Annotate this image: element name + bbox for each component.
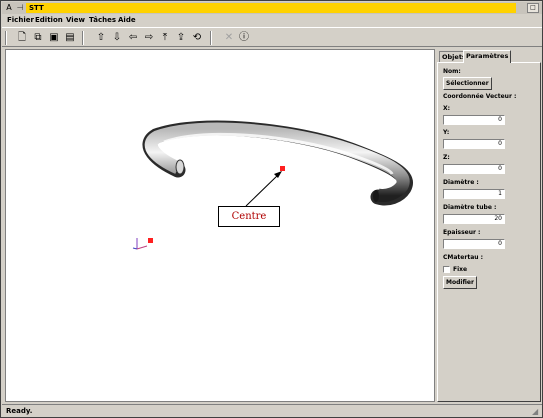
epaisseur-field[interactable]: 0 xyxy=(443,239,505,249)
tube-end-left xyxy=(175,159,185,175)
diametre-field[interactable]: 1 xyxy=(443,189,505,199)
menu-aide[interactable]: Aide xyxy=(118,15,136,25)
move-up-icon[interactable]: ⇧ xyxy=(94,31,108,45)
move-left-icon[interactable]: ⇦ xyxy=(126,31,140,45)
tube-end-right xyxy=(373,190,379,202)
toolbar-separator xyxy=(210,31,212,45)
y-field[interactable]: 0 xyxy=(443,139,505,149)
cmateriau-label: CMatertau : xyxy=(443,254,483,261)
fixe-checkbox[interactable] xyxy=(443,266,450,273)
axis-x xyxy=(136,245,148,250)
x-label: X: xyxy=(443,105,451,112)
nom-label: Nom: xyxy=(443,68,461,75)
save-as-icon[interactable]: ▤ xyxy=(63,31,77,45)
toolbar: 🗋 ⧉ ▣ ▤ ⇧ ⇩ ⇦ ⇨ ⤒ ⇪ ⟲ ✕ ⓘ xyxy=(2,27,542,47)
menu-taches[interactable]: Tâches xyxy=(89,15,116,25)
delete-icon[interactable]: ✕ xyxy=(222,31,236,45)
centre-callout: Centre xyxy=(218,206,280,227)
open-icon[interactable]: ⧉ xyxy=(31,31,45,45)
diametre-label: Diamètre : xyxy=(443,179,479,186)
origin-marker[interactable] xyxy=(148,238,153,243)
parameters-tab-content: Nom: Sélectionner Coordonnée Vecteur : X… xyxy=(437,62,541,402)
select-button[interactable]: Sélectionner xyxy=(443,77,492,90)
move-right-icon[interactable]: ⇨ xyxy=(142,31,156,45)
status-bar: Ready. ◢ xyxy=(2,404,542,417)
centre-marker[interactable] xyxy=(280,166,285,171)
z-label: Z: xyxy=(443,154,450,161)
3d-viewport[interactable]: Centre xyxy=(5,49,435,402)
fixe-label: Fixe xyxy=(453,266,468,273)
new-file-icon[interactable]: 🗋 xyxy=(15,31,29,45)
z-field[interactable]: 0 xyxy=(443,164,505,174)
epaisseur-label: Epaisseur : xyxy=(443,229,481,236)
maximize-icon[interactable]: □ xyxy=(527,3,539,13)
info-icon[interactable]: ⓘ xyxy=(237,31,251,45)
resize-grip-icon[interactable]: ◢ xyxy=(532,407,541,416)
axis-z xyxy=(132,247,138,250)
rotate-icon[interactable]: ⟲ xyxy=(190,31,204,45)
toolbar-handle xyxy=(5,31,7,45)
modify-button[interactable]: Modifier xyxy=(443,276,477,289)
move-front-icon[interactable]: ⤒ xyxy=(158,31,172,45)
move-down-icon[interactable]: ⇩ xyxy=(110,31,124,45)
callout-arrowhead xyxy=(274,171,282,178)
pin-icon[interactable]: ⊣ xyxy=(15,3,25,13)
title-bar[interactable]: A ⊣ STT □ xyxy=(2,2,542,14)
window-menu-icon[interactable]: A xyxy=(4,3,14,13)
application-window: A ⊣ STT □ Fichier Edition View Tâches Ai… xyxy=(0,0,543,418)
x-field[interactable]: 0 xyxy=(443,115,505,125)
save-icon[interactable]: ▣ xyxy=(47,31,61,45)
menu-edition[interactable]: Edition xyxy=(35,15,63,25)
diametre-tube-label: Diamètre tube : xyxy=(443,204,497,211)
move-back-icon[interactable]: ⇪ xyxy=(174,31,188,45)
menu-bar: Fichier Edition View Tâches Aide xyxy=(2,14,542,26)
y-label: Y: xyxy=(443,129,450,136)
tab-parametres[interactable]: Paramètres xyxy=(463,50,512,63)
toolbar-separator xyxy=(82,31,84,45)
menu-view[interactable]: View xyxy=(66,15,85,25)
menu-fichier[interactable]: Fichier xyxy=(7,15,34,25)
properties-panel: Objets Paramètres Nom: Sélectionner Coor… xyxy=(437,49,541,402)
diametre-tube-field[interactable]: 20 xyxy=(443,214,505,224)
window-title: STT xyxy=(26,3,516,13)
callout-arrow xyxy=(245,173,280,207)
coords-label: Coordonnée Vecteur : xyxy=(443,93,517,100)
status-text: Ready. xyxy=(6,407,33,415)
